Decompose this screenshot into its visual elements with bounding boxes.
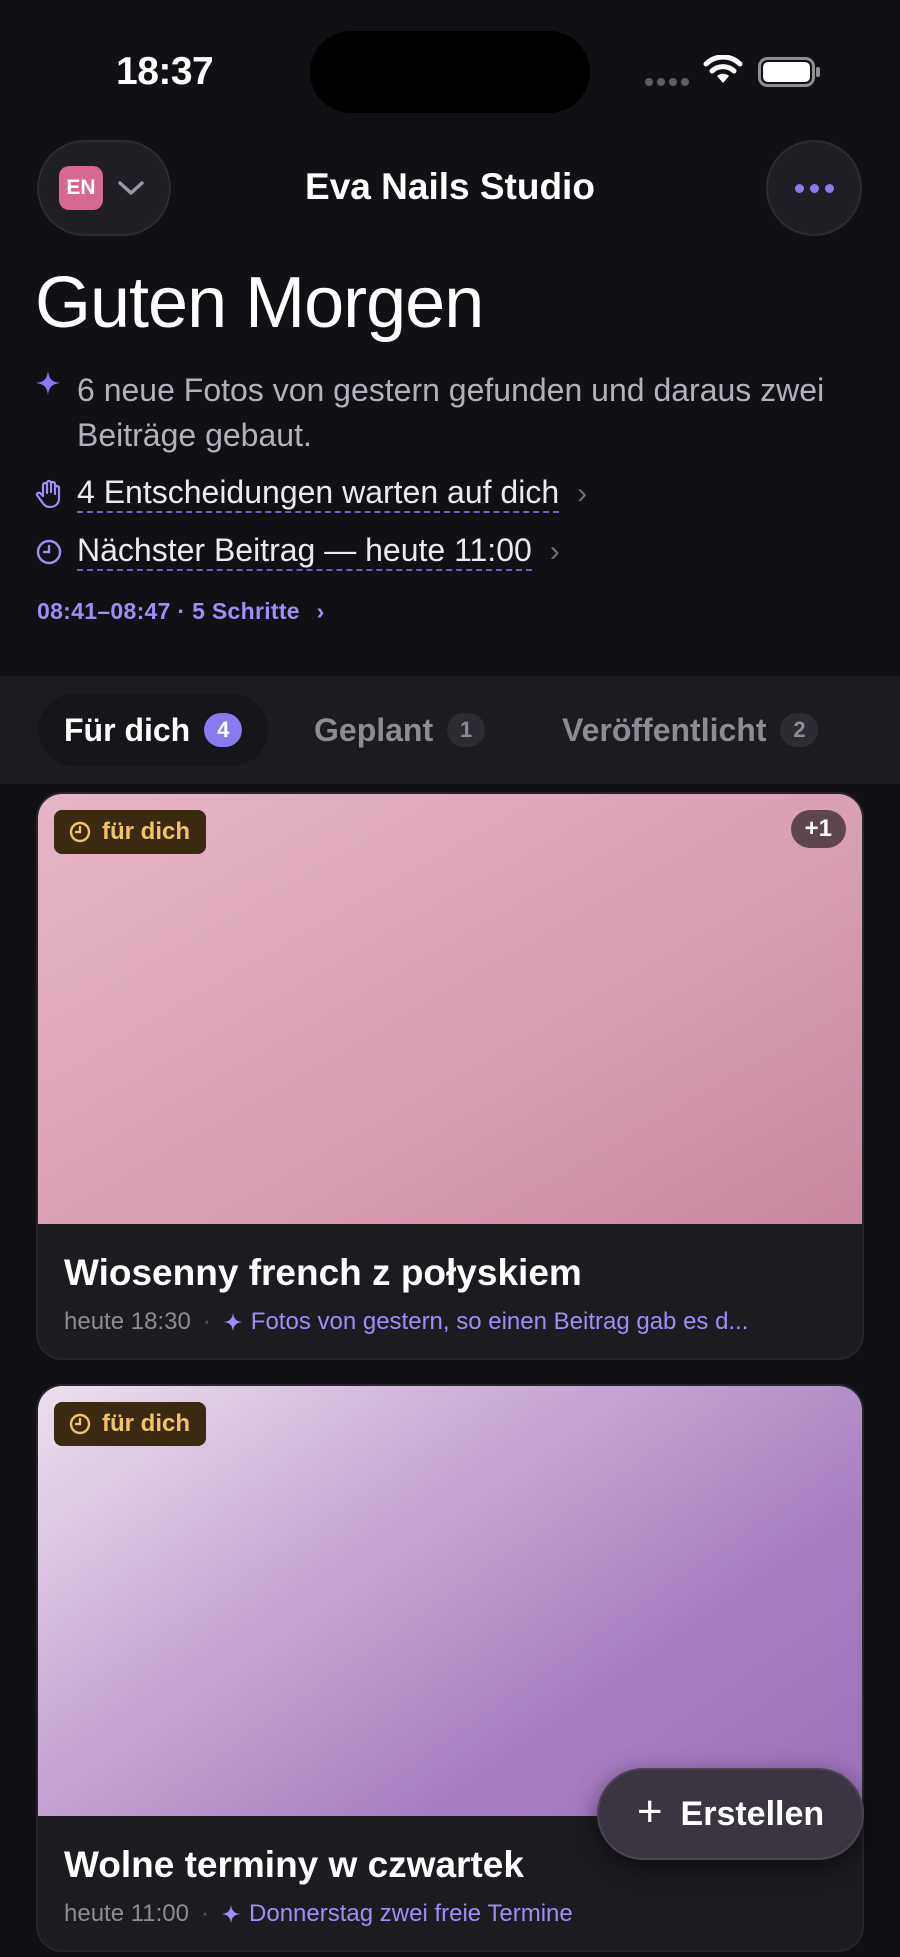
status-time: 18:37 bbox=[116, 50, 214, 93]
hand-icon bbox=[35, 479, 61, 508]
dynamic-island bbox=[310, 31, 590, 113]
tab-count-badge: 1 bbox=[447, 713, 486, 747]
tab-published[interactable]: Veröffentlicht 2 bbox=[562, 694, 819, 766]
decisions-link[interactable]: 4 Entscheidungen warten auf dich › bbox=[35, 474, 587, 513]
decisions-link-label: 4 Entscheidungen warten auf dich bbox=[77, 474, 560, 513]
ai-summary: 6 neue Fotos von gestern gefunden und da… bbox=[35, 368, 835, 458]
chevron-right-icon: › bbox=[577, 476, 588, 510]
chevron-right-icon: › bbox=[549, 534, 560, 568]
post-meta: heute 18:30 · Fotos von gestern, so eine… bbox=[64, 1308, 836, 1336]
extra-photos-badge: +1 bbox=[790, 810, 846, 848]
post-image bbox=[38, 794, 862, 1224]
greeting-title: Guten Morgen bbox=[35, 263, 484, 343]
post-meta: heute 11:00 · Donnerstag zwei freie Term… bbox=[64, 1900, 836, 1928]
battery-icon bbox=[758, 57, 820, 87]
tab-bar: Für dich 4 Geplant 1 Veröffentlicht 2 bbox=[0, 676, 900, 784]
post-time: heute 18:30 bbox=[64, 1308, 191, 1335]
post-card[interactable]: für dich +1 Wiosenny french z połyskiem … bbox=[36, 792, 864, 1360]
meta-separator: · bbox=[201, 1900, 210, 1927]
post-title: Wolne terminy w czwartek bbox=[64, 1844, 524, 1885]
clock-icon bbox=[36, 539, 62, 564]
post-time: heute 11:00 bbox=[64, 1900, 190, 1927]
tab-for-you[interactable]: Für dich 4 bbox=[38, 694, 269, 766]
post-title: Wiosenny french z połyskiem bbox=[64, 1252, 582, 1293]
create-button[interactable]: + Erstellen bbox=[597, 1768, 864, 1860]
meta-separator: · bbox=[202, 1308, 211, 1335]
activity-timeline-link[interactable]: 08:41–08:47 · 5 Schritte › bbox=[37, 598, 325, 625]
tab-label: Für dich bbox=[64, 711, 191, 748]
sparkle-icon bbox=[221, 1904, 241, 1924]
more-dot-icon bbox=[809, 183, 819, 193]
cellular-signal-icon bbox=[645, 78, 689, 86]
chip-label: für dich bbox=[102, 1410, 190, 1437]
post-reason-text: Donnerstag zwei freie Termine bbox=[249, 1900, 573, 1927]
for-you-chip: für dich bbox=[54, 1402, 206, 1446]
post-reason-text: Fotos von gestern, so einen Beitrag gab … bbox=[250, 1308, 749, 1335]
activity-timeline-label: 08:41–08:47 · 5 Schritte bbox=[37, 598, 300, 624]
tab-count-badge: 2 bbox=[780, 713, 819, 747]
post-reason: Fotos von gestern, so einen Beitrag gab … bbox=[223, 1308, 749, 1336]
next-post-link-label: Nächster Beitrag — heute 11:00 bbox=[77, 532, 532, 571]
for-you-chip: für dich bbox=[54, 810, 206, 854]
clock-icon bbox=[69, 821, 91, 843]
wifi-icon bbox=[703, 55, 743, 83]
more-dot-icon bbox=[824, 183, 834, 193]
clock-icon bbox=[69, 1413, 91, 1435]
plus-icon: + bbox=[636, 1787, 663, 1836]
sparkle-icon bbox=[223, 1312, 243, 1332]
create-button-label: Erstellen bbox=[680, 1794, 825, 1833]
header-title: Eva Nails Studio bbox=[305, 166, 595, 207]
tab-count-badge: 4 bbox=[204, 713, 243, 747]
more-options-button[interactable] bbox=[766, 140, 862, 236]
ai-summary-text: 6 neue Fotos von gestern gefunden und da… bbox=[77, 372, 825, 453]
post-card[interactable]: für dich Wolne terminy w czwartek heute … bbox=[36, 1384, 864, 1952]
tab-planned[interactable]: Geplant 1 bbox=[314, 694, 486, 766]
post-image bbox=[38, 1386, 862, 1816]
tab-label: Geplant bbox=[314, 711, 434, 748]
sparkle-icon bbox=[36, 371, 60, 395]
chip-label: für dich bbox=[102, 818, 190, 845]
chevron-right-icon: › bbox=[316, 598, 325, 624]
more-dot-icon bbox=[794, 183, 804, 193]
tab-label: Veröffentlicht bbox=[562, 711, 767, 748]
post-reason: Donnerstag zwei freie Termine bbox=[221, 1900, 573, 1928]
next-post-link[interactable]: Nächster Beitrag — heute 11:00 › bbox=[35, 532, 560, 571]
